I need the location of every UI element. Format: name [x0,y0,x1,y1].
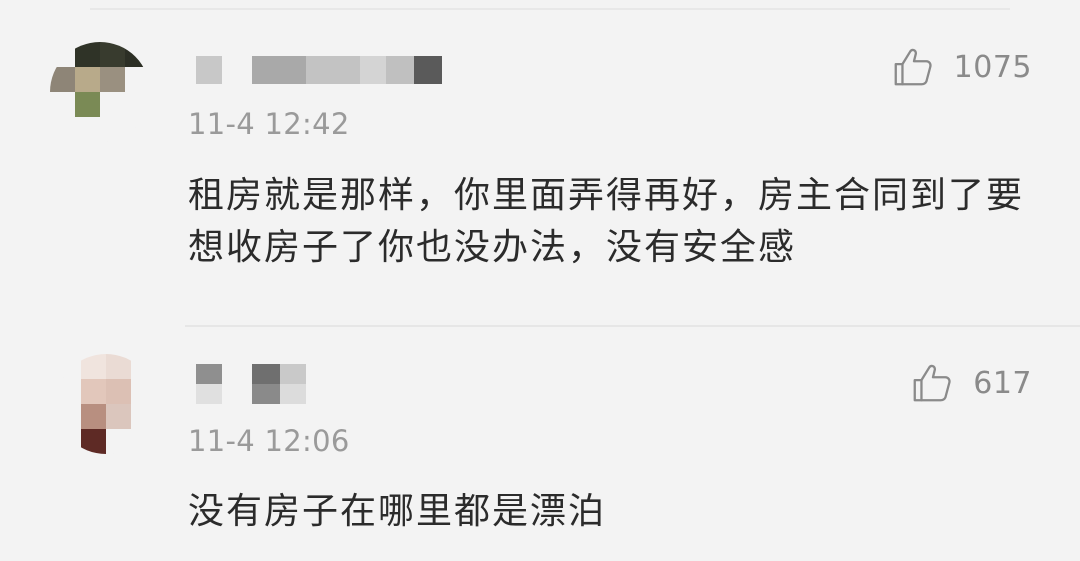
like-button[interactable]: 1075 [890,44,1032,90]
comment-text: 没有房子在哪里都是漂泊 [188,491,607,532]
comment-timestamp: 11-4 12:06 [188,424,350,458]
comment-item: 1075 11-4 12:42 租房就是那样，你里面弄得再好，房主合同到了要想收… [0,0,1080,322]
comment-list: 1075 11-4 12:42 租房就是那样，你里面弄得再好，房主合同到了要想收… [0,0,1080,561]
username-blurred[interactable] [196,364,306,404]
comment-text: 租房就是那样，你里面弄得再好，房主合同到了要想收房子了你也没办法，没有安全感 [188,175,1025,268]
like-button[interactable]: 617 [909,360,1032,406]
comment-divider [185,325,1080,327]
avatar[interactable] [50,42,150,142]
username-blurred[interactable] [196,56,442,84]
comment-item: 617 11-4 12:06 没有房子在哪里都是漂泊 [0,330,1080,561]
thumbs-up-icon [913,364,951,402]
like-count: 617 [973,365,1032,401]
avatar[interactable] [56,354,156,454]
like-count: 1075 [953,49,1032,85]
comment-timestamp: 11-4 12:42 [188,107,350,141]
thumbs-up-icon [894,48,932,86]
